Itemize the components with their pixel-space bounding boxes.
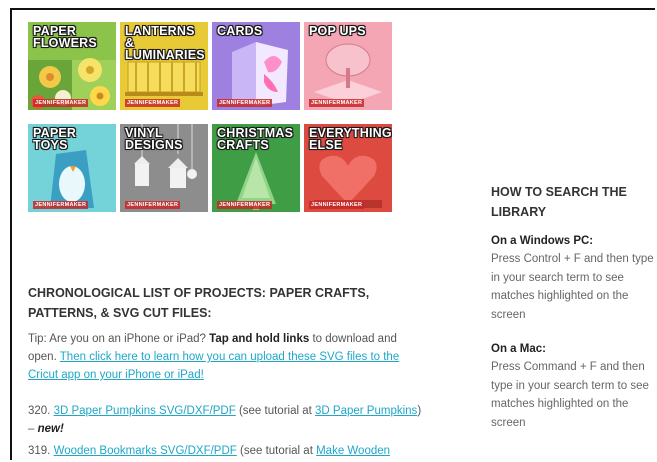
tile-label: VINYL DESIGNS — [125, 126, 183, 152]
tile-christmas-crafts[interactable]: CHRISTMAS CRAFTS JENNIFERMAKER — [212, 124, 300, 212]
section-title: CHRONOLOGICAL LIST OF PROJECTS: PAPER CR… — [28, 286, 370, 320]
entry-see: (see tutorial at — [238, 405, 312, 417]
tutorial-link[interactable]: Make Wooden — [316, 445, 390, 457]
tile-label: EVERYTHING ELSE — [309, 126, 392, 152]
tip-paragraph: Tip: Are you on an iPhone or iPad? Tap a… — [28, 330, 428, 384]
tile-paper-toys[interactable]: PAPER TOYS JENNIFERMAKER — [28, 124, 116, 212]
tile-label: CHRISTMAS CRAFTS — [217, 126, 294, 152]
tip-prefix: Tip: Are you on an iPhone or iPad? — [28, 333, 206, 345]
sidebar-title: HOW TO SEARCH THE LIBRARY — [491, 185, 627, 219]
list-item: 319. Wooden Bookmarks SVG/DXF/PDF (see t… — [28, 442, 428, 460]
brand-badge: JENNIFERMAKER — [33, 99, 89, 107]
tile-paper-flowers[interactable]: PAPER FLOWERS JENNIFERMAKER — [28, 22, 116, 110]
upload-help-link[interactable]: Then click here to learn how you can upl… — [28, 351, 399, 381]
tile-everything-else[interactable]: EVERYTHING ELSE JENNIFERMAKER — [304, 124, 392, 212]
windows-heading: On a Windows PC: — [491, 235, 594, 247]
brand-badge: JENNIFERMAKER — [309, 201, 365, 209]
tile-label: POP UPS — [309, 24, 366, 38]
brand-badge: JENNIFERMAKER — [217, 201, 273, 209]
tile-label: PAPER FLOWERS — [33, 24, 97, 50]
windows-instructions: Press Control + F and then type in your … — [491, 253, 654, 321]
entry-see: (see tutorial at — [240, 445, 313, 457]
tile-lanterns[interactable]: LANTERNS & LUMINARIES JENNIFERMAKER — [120, 22, 208, 110]
tile-label: LANTERNS & LUMINARIES — [125, 24, 205, 62]
brand-badge: JENNIFERMAKER — [33, 201, 89, 209]
list-item: 320. 3D Paper Pumpkins SVG/DXF/PDF (see … — [28, 402, 428, 438]
brand-badge: JENNIFERMAKER — [125, 201, 181, 209]
tile-vinyl-designs[interactable]: VINYL DESIGNS JENNIFERMAKER — [120, 124, 208, 212]
mac-instructions: Press Command + F and then type in your … — [491, 361, 649, 429]
tile-cards[interactable]: CARDS JENNIFERMAKER — [212, 22, 300, 110]
brand-badge: JENNIFERMAKER — [309, 99, 365, 107]
brand-badge: JENNIFERMAKER — [125, 99, 181, 107]
svg-download-link[interactable]: Wooden Bookmarks SVG/DXF/PDF — [54, 445, 237, 457]
entry-number: 319. — [28, 445, 51, 457]
tip-bold: Tap and hold links — [209, 333, 310, 345]
mac-heading: On a Mac: — [491, 343, 546, 355]
tile-label: CARDS — [217, 24, 263, 38]
tutorial-link[interactable]: 3D Paper Pumpkins — [315, 405, 417, 417]
brand-badge: JENNIFERMAKER — [217, 99, 273, 107]
new-badge: new! — [37, 423, 64, 435]
svg-download-link[interactable]: 3D Paper Pumpkins SVG/DXF/PDF — [54, 405, 236, 417]
search-help-sidebar: HOW TO SEARCH THE LIBRARY On a Windows P… — [491, 182, 657, 448]
entry-number: 320. — [28, 405, 51, 417]
tile-pop-ups[interactable]: POP UPS JENNIFERMAKER — [304, 22, 392, 110]
tile-label: PAPER TOYS — [33, 126, 77, 152]
